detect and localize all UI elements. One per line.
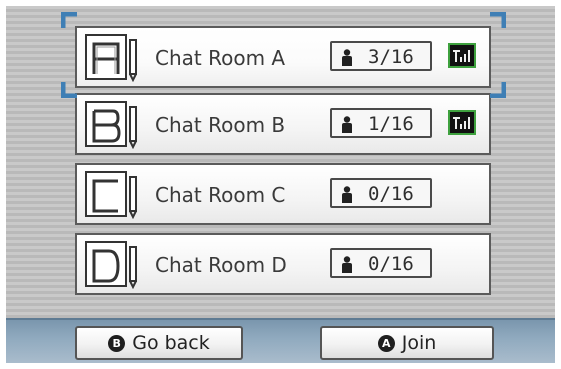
room-name-b: Chat Room B (155, 113, 286, 137)
selection-corner-icon (61, 82, 77, 98)
person-icon (342, 49, 352, 66)
signal-strength-icon (448, 43, 476, 68)
signal-strength-icon (448, 110, 476, 135)
person-icon (342, 186, 352, 203)
room-b-pictochat-icon (85, 101, 137, 149)
chat-room-c-item[interactable]: Chat Room C 0/16 (75, 163, 491, 225)
join-button[interactable]: A Join (320, 326, 494, 360)
room-d-pictochat-icon (85, 241, 137, 289)
room-c-pictochat-icon (85, 171, 137, 219)
join-label: Join (401, 332, 437, 354)
occupancy-count-d: 0/16 (368, 253, 414, 275)
chat-room-b-item[interactable]: Chat Room B 1/16 (75, 93, 491, 155)
occupancy-badge-c: 0/16 (330, 178, 432, 208)
go-back-label: Go back (132, 332, 210, 354)
b-button-icon: B (108, 334, 126, 352)
occupancy-count-b: 1/16 (368, 113, 414, 135)
go-back-button[interactable]: B Go back (75, 326, 243, 360)
room-name-d: Chat Room D (155, 253, 287, 277)
game-screen: Chat Room A 3/16 Chat Room B 1/16 Chat R… (6, 6, 555, 363)
room-name-c: Chat Room C (155, 183, 286, 207)
occupancy-badge-a: 3/16 (330, 41, 432, 71)
a-button-icon: A (377, 334, 395, 352)
chat-room-a-item[interactable]: Chat Room A 3/16 (75, 26, 491, 88)
person-icon (342, 256, 352, 273)
occupancy-badge-b: 1/16 (330, 108, 432, 138)
person-icon (342, 116, 352, 133)
room-name-a: Chat Room A (155, 46, 286, 70)
chat-room-d-item[interactable]: Chat Room D 0/16 (75, 233, 491, 295)
room-a-pictochat-icon (85, 34, 137, 82)
selection-corner-icon (490, 12, 506, 28)
occupancy-count-a: 3/16 (368, 46, 414, 68)
selection-corner-icon (490, 82, 506, 98)
selection-corner-icon (61, 12, 77, 28)
occupancy-count-c: 0/16 (368, 183, 414, 205)
occupancy-badge-d: 0/16 (330, 248, 432, 278)
